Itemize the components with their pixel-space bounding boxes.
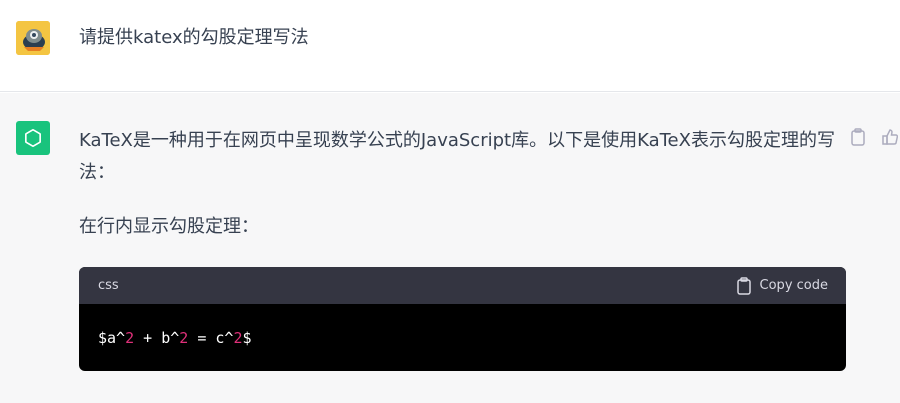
- code-token: + b^: [134, 328, 180, 347]
- copy-code-label: Copy code: [759, 278, 828, 293]
- thumbs-up-button[interactable]: [880, 127, 900, 147]
- user-avatar: [16, 21, 50, 55]
- code-content: $a^ 2 + b^ 2 = c^ 2 $: [79, 304, 846, 371]
- message-actions: [848, 127, 900, 147]
- clipboard-icon: [736, 276, 751, 295]
- assistant-avatar: [16, 121, 50, 155]
- code-token: $a^: [98, 328, 126, 347]
- code-language-label: css: [98, 278, 119, 293]
- assistant-paragraph-intro: KaTeX是一种用于在网页中呈现数学公式的JavaScript库。以下是使用Ka…: [79, 130, 835, 183]
- user-message-row: 请提供katex的勾股定理写法: [0, 0, 900, 92]
- user-avatar-image-icon: [16, 21, 50, 55]
- code-token-number: 2: [125, 328, 135, 347]
- copy-message-button[interactable]: [848, 127, 868, 147]
- copy-code-button[interactable]: Copy code: [736, 276, 828, 295]
- assistant-message-row: KaTeX是一种用于在网页中呈现数学公式的JavaScript库。以下是使用Ka…: [0, 93, 900, 403]
- code-block-header: css Copy code: [79, 267, 846, 304]
- assistant-message-body: KaTeX是一种用于在网页中呈现数学公式的JavaScript库。以下是使用Ka…: [79, 125, 844, 243]
- thumbs-up-icon: [882, 129, 898, 145]
- code-token: $: [242, 328, 252, 347]
- code-token-number: 2: [179, 328, 189, 347]
- code-token: = c^: [188, 328, 234, 347]
- assistant-paragraph-inline: 在行内显示勾股定理：: [79, 216, 259, 237]
- user-message-text: 请提供katex的勾股定理写法: [79, 27, 309, 48]
- code-token-number: 2: [233, 328, 243, 347]
- clipboard-icon: [851, 128, 865, 146]
- code-block: css Copy code $a^ 2 + b^ 2 = c^ 2 $: [79, 267, 846, 371]
- openai-logo-icon: [25, 129, 41, 147]
